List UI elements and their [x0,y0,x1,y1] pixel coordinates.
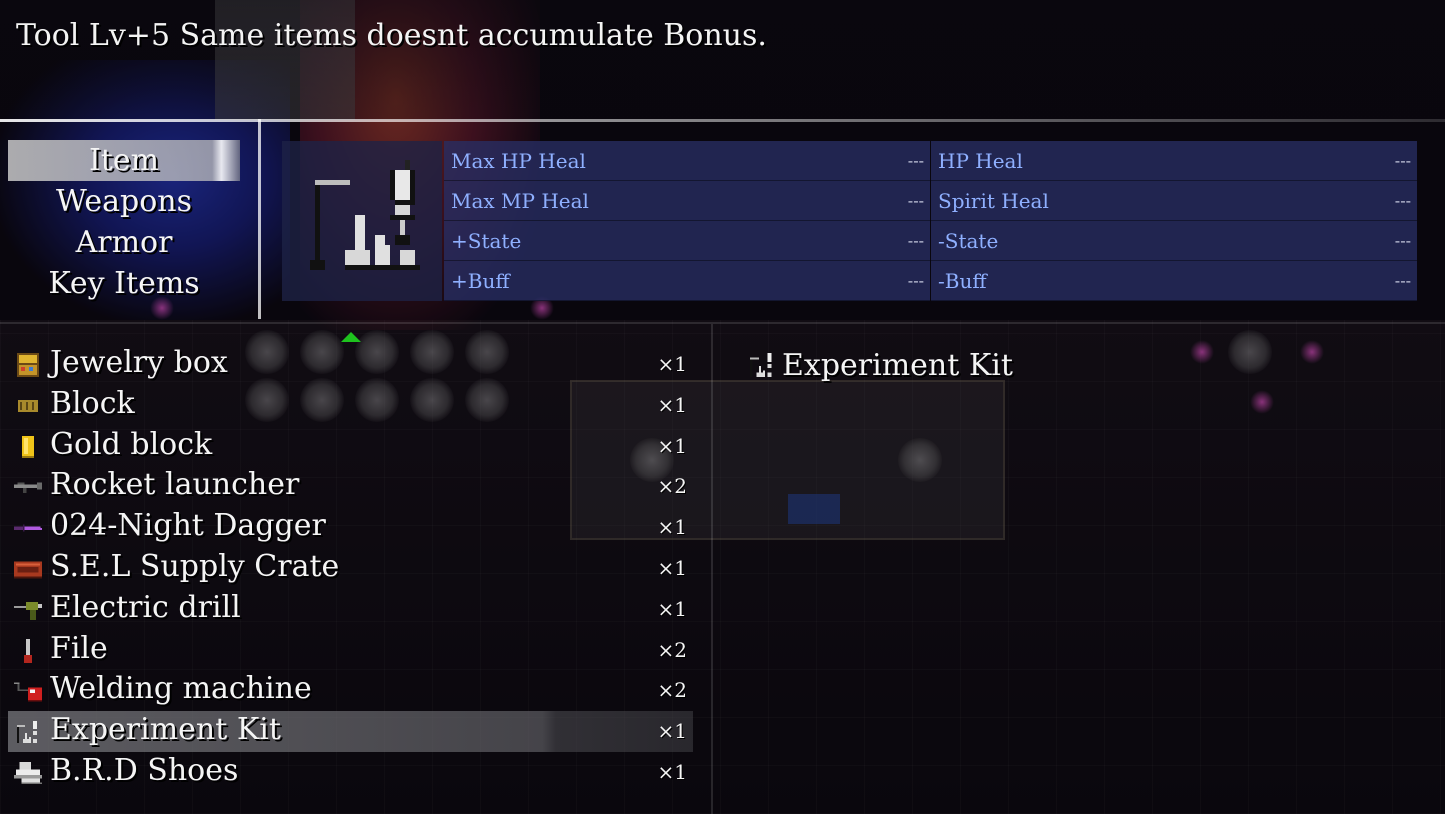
stat-value: --- [1394,191,1411,210]
stat-label: -State [938,228,999,253]
stat-value: --- [1394,271,1411,290]
item-quantity: ×2 [657,474,687,499]
stat-value: --- [907,191,924,210]
list-item[interactable]: Jewelry box ×1 [8,344,693,385]
stat-max-hp-heal: Max HP Heal --- [444,141,930,181]
item-name: Block [50,385,135,421]
list-item[interactable]: File ×2 [8,630,693,671]
category-weapons[interactable]: Weapons [8,181,240,222]
list-item[interactable]: Rocket launcher ×2 [8,466,693,507]
category-key-items[interactable]: Key Items [8,263,240,304]
stat-value: --- [907,151,924,170]
item-name: 024-Night Dagger [50,508,326,544]
stat-label: +State [451,228,522,253]
divider-top [0,119,1445,122]
item-quantity: ×2 [657,678,687,703]
stat-label: Max MP Heal [451,188,589,213]
stat-spirit-heal: Spirit Heal --- [931,181,1417,221]
dagger-icon [14,515,42,541]
list-item[interactable]: Gold block ×1 [8,426,693,467]
shoes-icon [14,760,42,786]
item-list: Jewelry box ×1 Block ×1 Gold block ×1 Ro… [8,344,693,793]
file-tool-icon [14,638,42,664]
stat-add-buff: +Buff --- [444,261,930,301]
stat-label: Spirit Heal [938,188,1049,213]
item-quantity: ×1 [657,596,687,621]
item-name: Rocket launcher [50,467,300,503]
item-name: S.E.L Supply Crate [50,548,340,584]
divider-middle [0,322,1445,324]
item-quantity: ×1 [657,555,687,580]
stat-hp-heal: HP Heal --- [931,141,1417,181]
gold-block-icon [14,434,42,460]
item-name: Experiment Kit [50,712,281,748]
block-icon [14,393,42,419]
item-quantity: ×1 [657,433,687,458]
item-name: Jewelry box [50,345,228,380]
experiment-kit-icon [14,719,42,745]
supply-crate-icon [14,556,42,582]
divider-vertical [258,119,261,319]
experiment-kit-icon [300,150,440,280]
rocket-launcher-icon [14,474,42,500]
item-name: Electric drill [50,589,241,625]
item-quantity: ×1 [657,759,687,784]
stat-max-mp-heal: Max MP Heal --- [444,181,930,221]
stat-value: --- [1394,151,1411,170]
stat-remove-buff: -Buff --- [931,261,1417,301]
help-window: Tool Lv+5 Same items doesnt accumulate B… [0,0,1445,120]
list-item[interactable]: Block ×1 [8,385,693,426]
item-quantity: ×1 [657,352,687,376]
list-item-selected[interactable]: Experiment Kit ×1 [8,711,693,752]
stat-value: --- [907,271,924,290]
item-quantity: ×1 [657,392,687,417]
stat-label: -Buff [938,268,987,293]
list-item[interactable]: S.E.L Supply Crate ×1 [8,548,693,589]
item-detail: Experiment Kit [748,344,1013,386]
welding-machine-icon [14,678,42,704]
item-quantity: ×2 [657,637,687,662]
list-item[interactable]: B.R.D Shoes ×1 [8,752,693,793]
item-name: B.R.D Shoes [50,752,239,788]
jewelry-box-icon [14,352,42,378]
category-armor[interactable]: Armor [8,222,240,263]
item-name: File [50,630,108,666]
list-item[interactable]: Welding machine ×2 [8,670,693,711]
item-stats-panel: Max HP Heal --- HP Heal --- Max MP Heal … [444,141,1417,301]
detail-item-name: Experiment Kit [782,347,1013,383]
experiment-kit-icon [748,351,776,379]
stat-value: --- [1394,231,1411,250]
scroll-up-arrow-icon[interactable] [341,332,361,342]
category-menu: Item Weapons Armor Key Items [8,140,240,304]
stat-label: +Buff [451,268,510,293]
list-item[interactable]: Electric drill ×1 [8,589,693,630]
item-name: Welding machine [50,671,312,707]
stat-add-state: +State --- [444,221,930,261]
help-text: Tool Lv+5 Same items doesnt accumulate B… [16,18,767,53]
stat-value: --- [907,231,924,250]
list-item[interactable]: 024-Night Dagger ×1 [8,507,693,548]
stat-remove-state: -State --- [931,221,1417,261]
item-name: Gold block [50,426,213,462]
drill-icon [14,597,42,623]
item-quantity: ×1 [657,515,687,540]
item-quantity: ×1 [657,719,687,744]
category-item[interactable]: Item [8,140,240,181]
stat-label: Max HP Heal [451,148,586,173]
divider-list-detail [711,324,713,814]
stat-label: HP Heal [938,148,1023,173]
